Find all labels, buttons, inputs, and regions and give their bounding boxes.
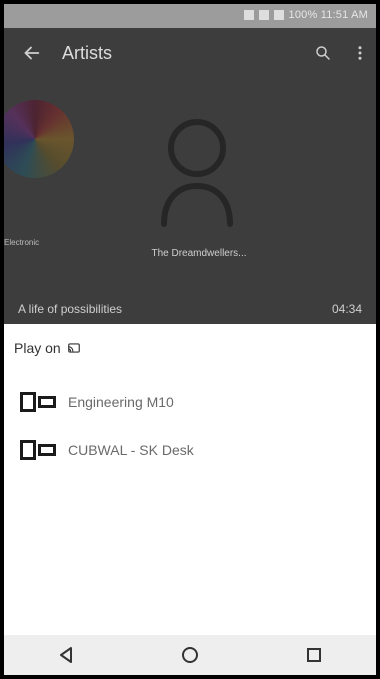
play-on-sheet: Play on Engineering M10 CUBWAL - SK Desk — [4, 324, 376, 635]
app-header: Artists — [4, 28, 376, 84]
play-on-label: Play on — [14, 340, 61, 356]
cast-icon — [67, 343, 80, 353]
nav-back-button[interactable] — [46, 641, 86, 669]
cast-status-icon — [243, 10, 254, 20]
page-title: Artists — [62, 43, 113, 63]
status-text: 100% 11:51 AM — [288, 9, 368, 21]
device-name: Engineering M10 — [68, 394, 174, 410]
more-vert-icon[interactable] — [356, 44, 364, 62]
song-time: 04:34 — [331, 302, 362, 316]
nav-recents-button[interactable] — [294, 641, 334, 669]
album-art — [4, 100, 74, 178]
artist-name: Electronic — [4, 238, 40, 247]
person-placeholder-icon — [161, 119, 233, 227]
nav-back-triangle-icon — [60, 647, 72, 663]
screen: 100% 11:51 AM Artists Electronic The Dre… — [4, 4, 376, 675]
nav-recents-square-icon — [307, 648, 321, 662]
back-arrow-icon[interactable] — [20, 42, 42, 64]
device-name: CUBWAL - SK Desk — [68, 442, 194, 458]
device-item[interactable]: Engineering M10 — [14, 382, 366, 422]
artist-name: The Dreamdwellers... — [151, 248, 247, 259]
wifi-icon — [258, 10, 269, 20]
dlna-device-icon — [20, 440, 56, 460]
signal-icon — [273, 10, 284, 20]
dlna-device-icon — [20, 392, 56, 412]
system-navigation-bar — [4, 635, 376, 675]
artist-card[interactable]: Electronic — [4, 88, 82, 268]
artist-grid: Electronic The Dreamdwellers... — [4, 88, 376, 278]
nav-home-button[interactable] — [170, 641, 210, 669]
artist-card[interactable]: The Dreamdwellers... — [114, 88, 284, 278]
device-item[interactable]: CUBWAL - SK Desk — [14, 430, 366, 470]
play-on-title: Play on — [14, 340, 81, 356]
now-playing-bar[interactable]: A life of possibilities 04:34 — [4, 298, 376, 324]
song-title: A life of possibilities — [18, 302, 123, 316]
search-icon[interactable] — [314, 44, 332, 62]
status-icons: 100% 11:51 AM — [243, 9, 368, 21]
status-bar: 100% 11:51 AM — [4, 4, 376, 28]
nav-home-circle-icon — [182, 647, 198, 663]
dimmed-artists-screen: Artists Electronic The Dreamdwellers... … — [4, 28, 376, 324]
